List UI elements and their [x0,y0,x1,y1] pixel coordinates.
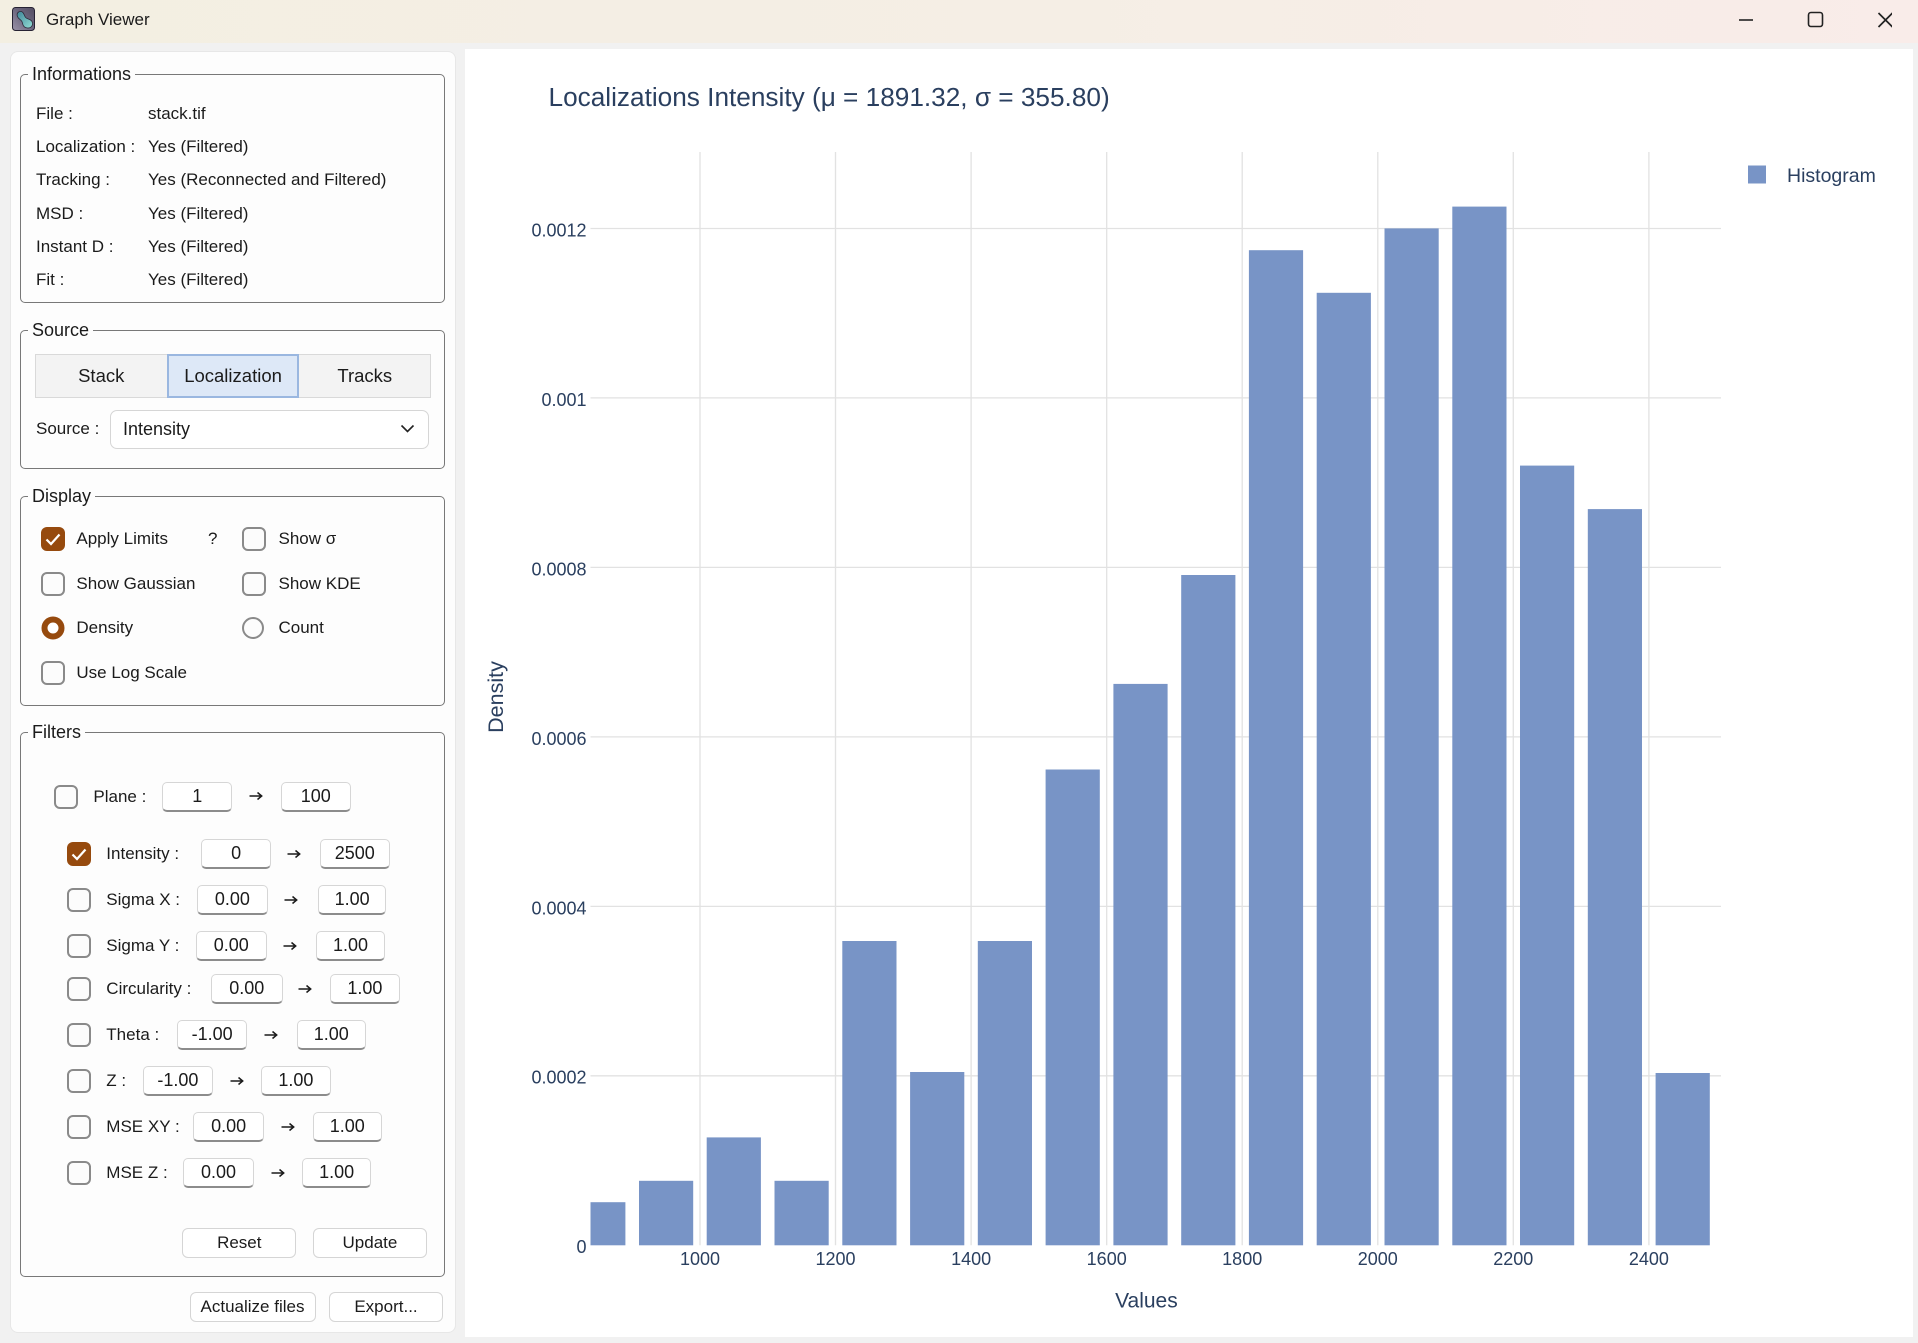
svg-text:1000: 1000 [680,1249,720,1269]
svg-text:1600: 1600 [1087,1249,1127,1269]
svg-text:0.0002: 0.0002 [531,1068,586,1088]
svg-text:Localizations Intensity (μ = 1: Localizations Intensity (μ = 1891.32, σ … [549,82,1110,112]
svg-text:1200: 1200 [815,1249,855,1269]
svg-text:2400: 2400 [1629,1249,1669,1269]
svg-text:1400: 1400 [951,1249,991,1269]
svg-text:Density: Density [484,661,508,733]
svg-text:0.0012: 0.0012 [531,220,586,240]
svg-text:0: 0 [576,1237,586,1257]
svg-text:2200: 2200 [1493,1249,1533,1269]
svg-text:0.0006: 0.0006 [531,729,586,749]
svg-text:2000: 2000 [1358,1249,1398,1269]
svg-text:0.0008: 0.0008 [531,559,586,579]
svg-text:Values: Values [1115,1290,1178,1313]
svg-text:1800: 1800 [1222,1249,1262,1269]
svg-text:0.0004: 0.0004 [531,898,586,918]
svg-text:Histogram: Histogram [1787,165,1876,187]
svg-text:0.001: 0.001 [541,390,586,410]
